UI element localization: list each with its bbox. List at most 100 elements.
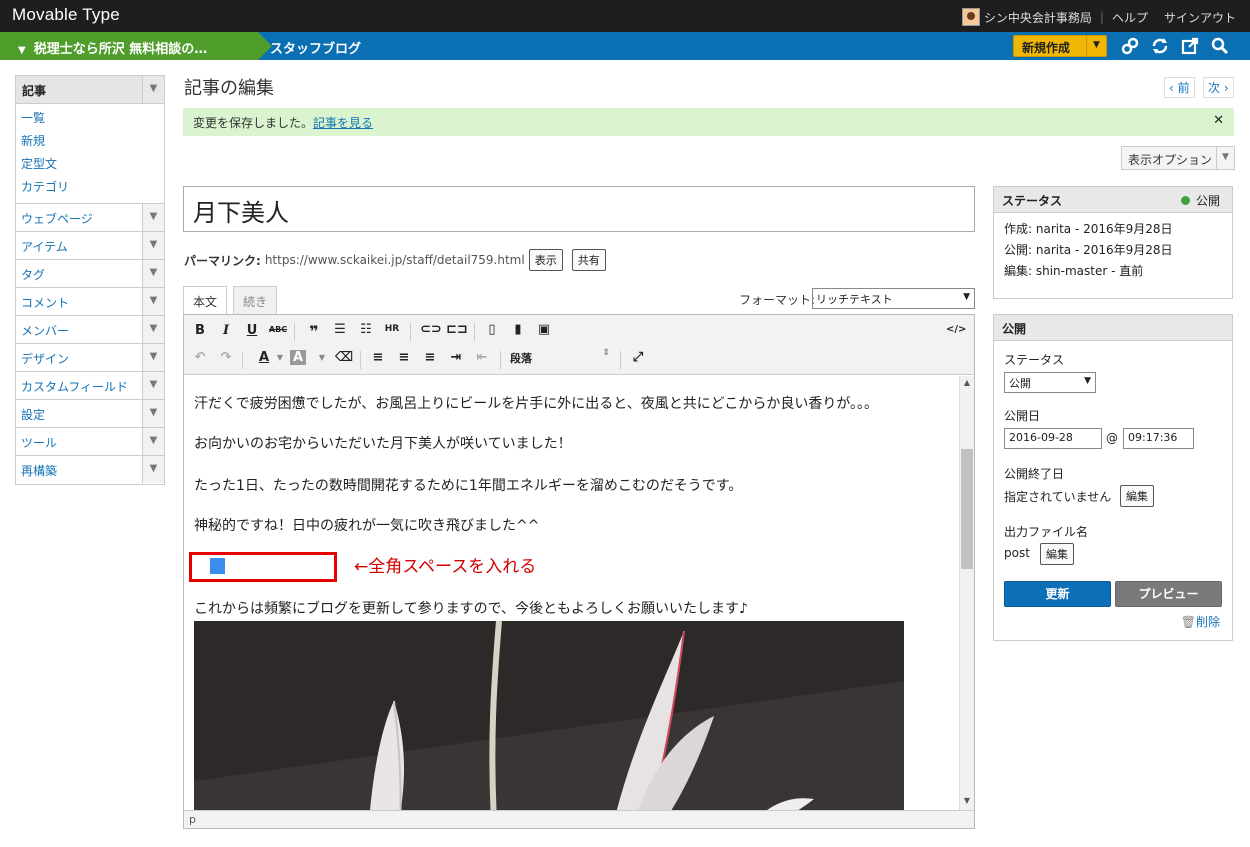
help-link[interactable]: ヘルプ (1112, 9, 1148, 26)
sidebar-item[interactable]: ウェブページ ▼ (16, 204, 164, 232)
numbered-list-icon[interactable]: ☷ (356, 322, 376, 337)
outdent-icon[interactable]: ⇤ (472, 350, 492, 365)
status-panel-body: 作成: narita - 2016年9月28日 公開: narita - 201… (994, 213, 1232, 288)
blog-breadcrumb[interactable]: スタッフブログ (270, 38, 361, 57)
strikethrough-icon[interactable]: ABC (268, 325, 288, 334)
sidebar-subitem[interactable]: 定型文 (21, 153, 164, 176)
display-options-button[interactable]: 表示オプション ▼ (1121, 146, 1235, 170)
sidebar-item[interactable]: メンバー ▼ (16, 316, 164, 344)
close-icon[interactable]: ✕ (1213, 113, 1224, 128)
unlink-icon[interactable]: ⊏⊐ (446, 322, 468, 337)
scroll-up-icon[interactable]: ▲ (960, 378, 974, 387)
triangle-down-icon[interactable]: ▼ (142, 316, 164, 343)
sidebar-item[interactable]: 再構築 ▼ (16, 456, 164, 484)
sidebar-item-label: コメント (21, 296, 70, 310)
app-brand[interactable]: Movable Type (12, 5, 120, 25)
user-avatar-icon[interactable] (961, 8, 980, 26)
horizontal-rule-icon[interactable]: HR (382, 324, 402, 334)
external-link-icon[interactable] (1180, 36, 1200, 56)
publish-time-input[interactable]: 09:17:36 (1123, 428, 1194, 449)
sidebar-item[interactable]: デザイン ▼ (16, 344, 164, 372)
editor-content[interactable]: 汗だくで疲労困憊でしたが、お風呂上りにビールを片手に外に出ると、夜風と共にどこか… (184, 376, 959, 810)
tab-more[interactable]: 続き (233, 286, 278, 314)
search-icon[interactable] (1210, 36, 1230, 56)
align-left-icon[interactable]: ≡ (368, 350, 388, 365)
scroll-thumb[interactable] (961, 449, 973, 569)
sidebar-subitem[interactable]: 新規 (21, 130, 164, 153)
redo-icon[interactable]: ↷ (216, 350, 236, 365)
update-button[interactable]: 更新 (1004, 581, 1111, 607)
sidebar-item[interactable]: アイテム ▼ (16, 232, 164, 260)
divider (242, 351, 243, 369)
italic-icon[interactable]: I (216, 323, 236, 338)
underline-icon[interactable]: U (242, 323, 262, 338)
sidebar-item[interactable]: コメント ▼ (16, 288, 164, 316)
format-label: フォーマット: (739, 293, 816, 307)
triangle-down-icon[interactable]: ▼ (142, 372, 164, 399)
triangle-down-icon[interactable]: ▼ (142, 344, 164, 371)
editor-statusbar: p (184, 810, 974, 828)
publish-date-input[interactable]: 2016-09-28 (1004, 428, 1102, 449)
edited-info: 編集: shin-master - 直前 (1004, 264, 1144, 278)
display-options-label: 表示オプション (1128, 153, 1213, 167)
prev-link[interactable]: ‹ 前 (1164, 77, 1195, 98)
triangle-down-icon[interactable]: ▼ (142, 428, 164, 455)
source-code-icon[interactable]: </> (946, 324, 966, 335)
status-select[interactable]: 公開 ▼ (1004, 372, 1096, 393)
undo-icon[interactable]: ↶ (190, 350, 210, 365)
triangle-down-icon[interactable]: ▼ (142, 456, 164, 483)
align-center-icon[interactable]: ≡ (394, 350, 414, 365)
editor-scrollbar[interactable]: ▲ ▼ (959, 376, 974, 810)
edit-unpublish-button[interactable]: 編集 (1120, 485, 1154, 507)
eraser-icon[interactable]: ⌫ (334, 350, 354, 365)
chevron-down-icon[interactable]: ▼ (312, 353, 332, 362)
view-button[interactable]: 表示 (528, 249, 563, 271)
bullet-list-icon[interactable]: ☰ (330, 322, 350, 337)
triangle-down-icon[interactable]: ▼ (1086, 36, 1106, 56)
triangle-down-icon[interactable]: ▼ (142, 76, 164, 103)
share-button[interactable]: 共有 (571, 249, 606, 271)
new-create-button[interactable]: 新規作成 ▼ (1013, 35, 1107, 57)
indent-icon[interactable]: ⇥ (446, 350, 466, 365)
sidebar-item-entries[interactable]: 記事 ▼ (16, 76, 164, 104)
view-entry-link[interactable]: 記事を見る (313, 116, 373, 130)
triangle-down-icon[interactable]: ▼ (142, 232, 164, 259)
link-icon[interactable] (1120, 36, 1140, 56)
sidebar-item[interactable]: タグ ▼ (16, 260, 164, 288)
site-breadcrumb[interactable]: ▼ 税理士なら所沢 無料相談の… (0, 32, 272, 60)
triangle-down-icon[interactable]: ▼ (142, 400, 164, 427)
insert-image-icon[interactable]: ▣ (534, 322, 554, 337)
sidebar-subitem[interactable]: カテゴリ (21, 176, 164, 199)
unpublish-date-value: 指定されていません (1004, 490, 1112, 504)
sidebar-item[interactable]: ツール ▼ (16, 428, 164, 456)
edit-filename-button[interactable]: 編集 (1040, 543, 1074, 565)
bold-icon[interactable]: B (190, 323, 210, 338)
format-select[interactable]: リッチテキスト ▼ (812, 288, 975, 309)
next-link[interactable]: 次 › (1203, 77, 1234, 98)
blockquote-icon[interactable]: ❞ (304, 322, 324, 341)
triangle-down-icon[interactable]: ▼ (142, 260, 164, 287)
delete-link[interactable]: 🗑削除 (1181, 613, 1220, 630)
paragraph-select[interactable]: 段落 ⇕ (510, 348, 610, 366)
entry-title-input[interactable]: 月下美人 (183, 186, 975, 232)
sidebar-subitem[interactable]: 一覧 (21, 107, 164, 130)
link-icon[interactable]: ⊂⊃ (420, 322, 442, 337)
signout-link[interactable]: サインアウト (1164, 9, 1236, 26)
flower-photo[interactable] (194, 621, 904, 810)
insert-asset-icon[interactable]: ▯ (482, 322, 502, 337)
user-name-link[interactable]: シン中央会計事務局 (984, 9, 1092, 26)
tab-body[interactable]: 本文 (183, 286, 228, 314)
refresh-icon[interactable] (1150, 36, 1170, 56)
triangle-down-icon: ▼ (1084, 376, 1091, 386)
sidebar-item[interactable]: 設定 ▼ (16, 400, 164, 428)
sidebar-item[interactable]: カスタムフィールド ▼ (16, 372, 164, 400)
preview-button[interactable]: プレビュー (1115, 581, 1222, 607)
scroll-down-icon[interactable]: ▼ (960, 796, 974, 805)
triangle-down-icon[interactable]: ▼ (142, 204, 164, 231)
align-right-icon[interactable]: ≡ (420, 350, 440, 365)
triangle-down-icon[interactable]: ▼ (142, 288, 164, 315)
chevron-down-icon[interactable]: ▼ (270, 353, 290, 362)
background-color-icon[interactable]: A (290, 350, 306, 365)
fullscreen-icon[interactable]: ⤢ (628, 350, 648, 365)
insert-file-icon[interactable]: ▮ (508, 322, 528, 337)
